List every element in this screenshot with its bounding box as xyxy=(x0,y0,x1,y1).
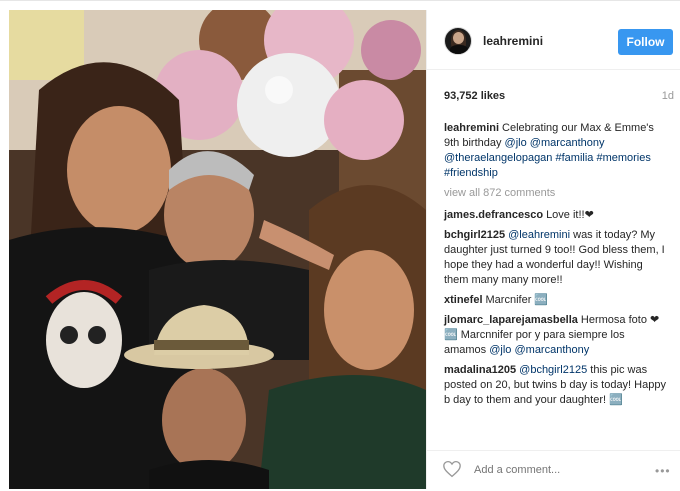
caption-tag[interactable]: #friendship xyxy=(444,167,498,179)
avatar[interactable] xyxy=(444,27,472,55)
caption-tag[interactable]: @jlo xyxy=(505,137,527,149)
post-header: leahremini Follow xyxy=(427,10,680,70)
comment-list: leahremini Celebrating our Max & Emme's 9… xyxy=(444,121,666,413)
avatar-head xyxy=(453,32,464,44)
ellipsis-icon[interactable]: ••• xyxy=(655,464,671,478)
comment-username[interactable]: bchgirl2125 xyxy=(444,229,505,241)
comment: jlomarc_laparejamasbella Hermosa foto ❤🆒 … xyxy=(444,313,666,358)
comment-mention[interactable]: @leahremini xyxy=(508,229,570,241)
follow-button[interactable]: Follow xyxy=(618,29,673,55)
comment-username[interactable]: madalina1205 xyxy=(444,364,516,376)
comment-mention[interactable]: @jlo xyxy=(489,344,511,356)
caption-tag[interactable]: @theraelangelopagan xyxy=(444,152,552,164)
add-comment-input[interactable] xyxy=(474,462,634,478)
comment-text: Marcnifer 🆒 xyxy=(485,294,549,306)
comment: madalina1205 @bchgirl2125 this pic was po… xyxy=(444,363,666,408)
comment-username[interactable]: xtinefel xyxy=(444,294,483,306)
comment-text: Love it!!❤ xyxy=(546,209,594,221)
avatar-body xyxy=(450,45,468,54)
post-username[interactable]: leahremini xyxy=(483,34,543,48)
post-photo[interactable] xyxy=(9,10,426,489)
comment: bchgirl2125 @leahremini was it today? My … xyxy=(444,228,666,288)
comment-footer: ••• xyxy=(427,450,680,489)
caption-tag[interactable]: @marcanthony xyxy=(530,137,605,149)
likes-row: 93,752 likes 1d xyxy=(444,90,674,106)
comment-mention[interactable]: @bchgirl2125 xyxy=(519,364,587,376)
photo-illustration xyxy=(9,10,426,489)
heart-icon[interactable] xyxy=(442,460,462,478)
caption-tag[interactable]: #memories xyxy=(596,152,650,164)
comment-username[interactable]: jlomarc_laparejamasbella xyxy=(444,314,578,326)
comment-mention[interactable]: @marcanthony xyxy=(514,344,589,356)
view-all-comments-link[interactable]: view all 872 comments xyxy=(444,186,666,201)
instagram-post: leahremini Follow 93,752 likes 1d leahre… xyxy=(0,0,680,491)
comment: james.defrancesco Love it!!❤ xyxy=(444,208,666,223)
caption: leahremini Celebrating our Max & Emme's 9… xyxy=(444,121,666,181)
likes-count[interactable]: 93,752 likes xyxy=(444,90,505,102)
caption-tag[interactable]: #familia xyxy=(555,152,593,164)
comment: xtinefel Marcnifer 🆒 xyxy=(444,293,666,308)
post-age[interactable]: 1d xyxy=(662,90,674,102)
post-side-panel: leahremini Follow 93,752 likes 1d leahre… xyxy=(426,10,680,489)
comment-username[interactable]: james.defrancesco xyxy=(444,209,543,221)
caption-username[interactable]: leahremini xyxy=(444,122,499,134)
